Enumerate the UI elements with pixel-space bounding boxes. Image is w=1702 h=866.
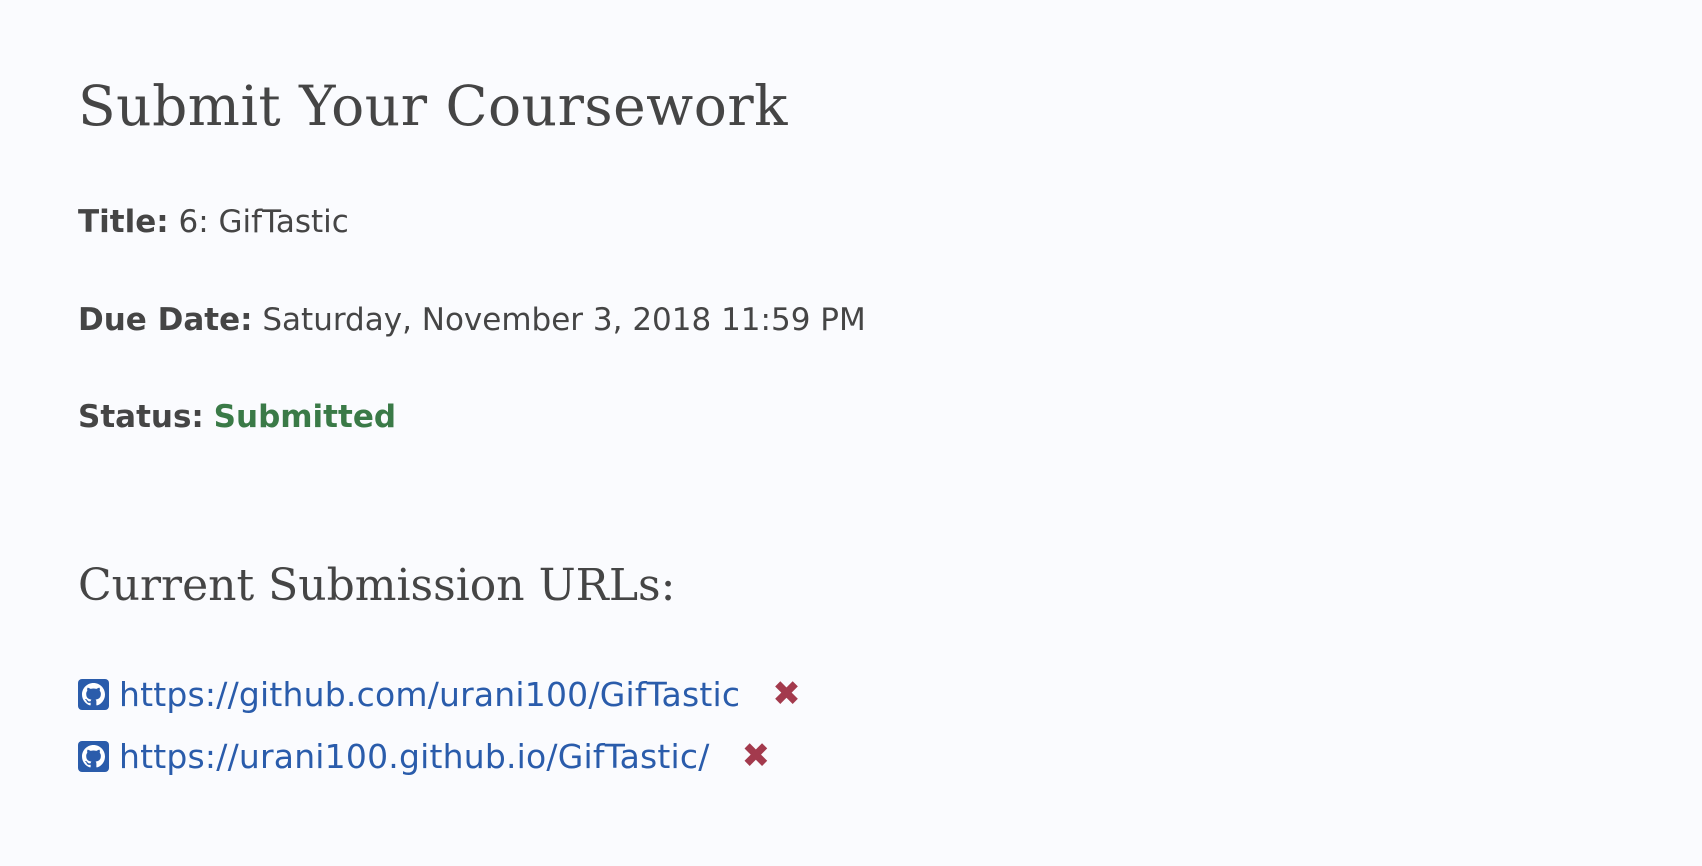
submission-url-link[interactable]: https://github.com/urani100/GifTastic bbox=[119, 675, 740, 714]
submission-url-item: https://github.com/urani100/GifTastic ✖ bbox=[78, 674, 801, 714]
submission-url-list: https://github.com/urani100/GifTastic ✖ … bbox=[78, 674, 801, 798]
status-row: Status: Submitted bbox=[78, 399, 396, 435]
github-icon bbox=[78, 678, 109, 710]
assignment-title-row: Title: 6: GifTastic bbox=[78, 204, 349, 240]
due-date-label: Due Date: bbox=[78, 302, 253, 338]
submission-url-item: https://urani100.github.io/GifTastic/ ✖ bbox=[78, 736, 801, 776]
status-label: Status: bbox=[78, 399, 204, 435]
due-date-row: Due Date: Saturday, November 3, 2018 11:… bbox=[78, 302, 866, 338]
github-icon bbox=[78, 740, 109, 772]
submission-urls-heading: Current Submission URLs: bbox=[78, 560, 676, 611]
title-label: Title: bbox=[78, 204, 169, 240]
status-badge: Submitted bbox=[213, 399, 397, 435]
due-date-value: Saturday, November 3, 2018 11:59 PM bbox=[262, 302, 866, 338]
title-value: 6: GifTastic bbox=[178, 204, 349, 240]
page-title: Submit Your Coursework bbox=[78, 74, 788, 138]
remove-url-icon[interactable]: ✖ bbox=[772, 677, 801, 711]
remove-url-icon[interactable]: ✖ bbox=[742, 739, 771, 773]
submission-url-link[interactable]: https://urani100.github.io/GifTastic/ bbox=[119, 737, 710, 776]
